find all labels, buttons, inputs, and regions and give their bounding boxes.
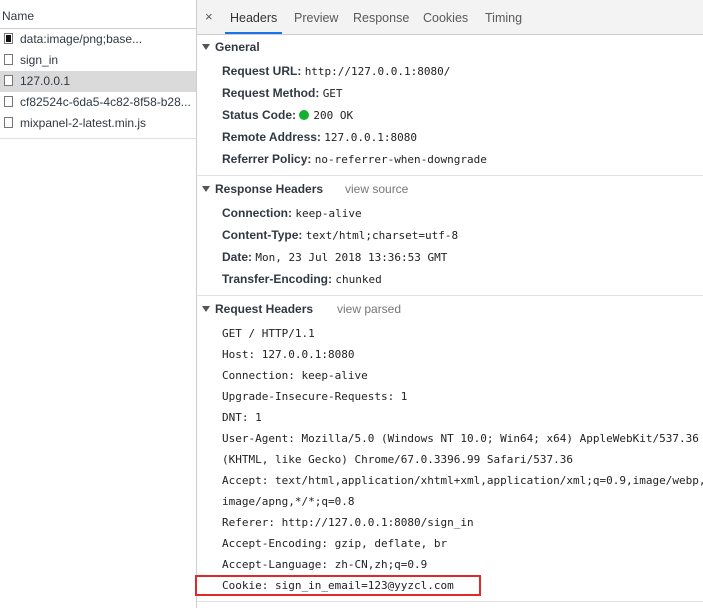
tab-timing[interactable]: Timing bbox=[485, 0, 522, 34]
request-item-label: 127.0.0.1 bbox=[20, 74, 71, 88]
cookie-highlight-box bbox=[195, 575, 481, 596]
status-ok-icon bbox=[299, 110, 310, 120]
headers-detail-panel: × Headers Preview Response Cookies Timin… bbox=[197, 0, 703, 608]
request-header-line: Host: 127.0.0.1:8080 bbox=[222, 348, 355, 361]
tab-cookies[interactable]: Cookies bbox=[423, 0, 468, 34]
request-header-line: Upgrade-Insecure-Requests: 1 bbox=[222, 390, 408, 403]
request-header-line: User-Agent: Mozilla/5.0 (Windows NT 10.0… bbox=[222, 432, 699, 445]
response-header-row: Content-Type: text/html;charset=utf-8 bbox=[222, 228, 459, 242]
response-header-row: Connection: keep-alive bbox=[222, 206, 362, 220]
section-divider bbox=[197, 295, 703, 296]
tab-headers[interactable]: Headers bbox=[225, 0, 283, 34]
request-header-line: Connection: keep-alive bbox=[222, 369, 368, 382]
image-file-icon bbox=[4, 33, 13, 44]
document-icon bbox=[4, 54, 13, 65]
referrer-policy-row: Referrer Policy: no-referrer-when-downgr… bbox=[222, 152, 487, 166]
request-header-line: (KHTML, like Gecko) Chrome/67.0.3396.99 … bbox=[222, 453, 573, 466]
expand-triangle-icon bbox=[202, 186, 210, 192]
response-header-row: Transfer-Encoding: chunked bbox=[222, 272, 382, 286]
request-method-row: Request Method: GET bbox=[222, 86, 343, 100]
view-source-link[interactable]: view source bbox=[345, 182, 408, 196]
request-item-mixpanel[interactable]: mixpanel-2-latest.min.js bbox=[0, 113, 196, 134]
request-item-data-image[interactable]: data:image/png;base... bbox=[0, 29, 196, 50]
request-headers-section-title[interactable]: Request Headers bbox=[202, 302, 313, 316]
request-item-uuid[interactable]: cf82524c-6da5-4c82-8f58-b28... bbox=[0, 92, 196, 113]
close-icon[interactable]: × bbox=[205, 9, 213, 24]
status-code-row: Status Code: 200 OK bbox=[222, 108, 354, 122]
section-divider bbox=[197, 175, 703, 176]
request-item-label: sign_in bbox=[20, 53, 59, 67]
request-header-line: image/apng,*/*;q=0.8 bbox=[222, 495, 355, 508]
request-item-localhost[interactable]: 127.0.0.1 bbox=[0, 71, 196, 92]
request-header-line: Accept-Language: zh-CN,zh;q=0.9 bbox=[222, 558, 428, 571]
detail-tab-bar: × Headers Preview Response Cookies Timin… bbox=[197, 0, 703, 35]
response-header-row: Date: Mon, 23 Jul 2018 13:36:53 GMT bbox=[222, 250, 448, 264]
request-header-line: Referer: http://127.0.0.1:8080/sign_in bbox=[222, 516, 474, 529]
response-headers-section-title[interactable]: Response Headers bbox=[202, 182, 323, 196]
document-icon bbox=[4, 75, 13, 86]
tab-preview[interactable]: Preview bbox=[294, 0, 338, 34]
request-header-line: GET / HTTP/1.1 bbox=[222, 327, 315, 340]
request-item-sign-in[interactable]: sign_in bbox=[0, 50, 196, 71]
request-header-line: Accept: text/html,application/xhtml+xml,… bbox=[222, 474, 703, 487]
view-parsed-link[interactable]: view parsed bbox=[337, 302, 401, 316]
tab-response[interactable]: Response bbox=[353, 0, 409, 34]
request-item-label: mixpanel-2-latest.min.js bbox=[20, 116, 147, 130]
request-item-label: cf82524c-6da5-4c82-8f58-b28... bbox=[20, 95, 191, 109]
section-divider bbox=[197, 601, 703, 602]
expand-triangle-icon bbox=[202, 306, 210, 312]
request-header-line: Accept-Encoding: gzip, deflate, br bbox=[222, 537, 448, 550]
document-icon bbox=[4, 96, 13, 107]
expand-triangle-icon bbox=[202, 44, 210, 50]
request-item-label: data:image/png;base... bbox=[20, 32, 143, 46]
name-column-header[interactable]: Name bbox=[0, 0, 196, 29]
document-icon bbox=[4, 117, 13, 128]
request-list-panel: Name data:image/png;base... sign_in 127.… bbox=[0, 0, 197, 608]
list-divider bbox=[0, 138, 196, 139]
request-header-line: DNT: 1 bbox=[222, 411, 262, 424]
request-url-row: Request URL: http://127.0.0.1:8080/ bbox=[222, 64, 451, 78]
general-section-title[interactable]: General bbox=[202, 40, 260, 54]
remote-address-row: Remote Address: 127.0.0.1:8080 bbox=[222, 130, 417, 144]
